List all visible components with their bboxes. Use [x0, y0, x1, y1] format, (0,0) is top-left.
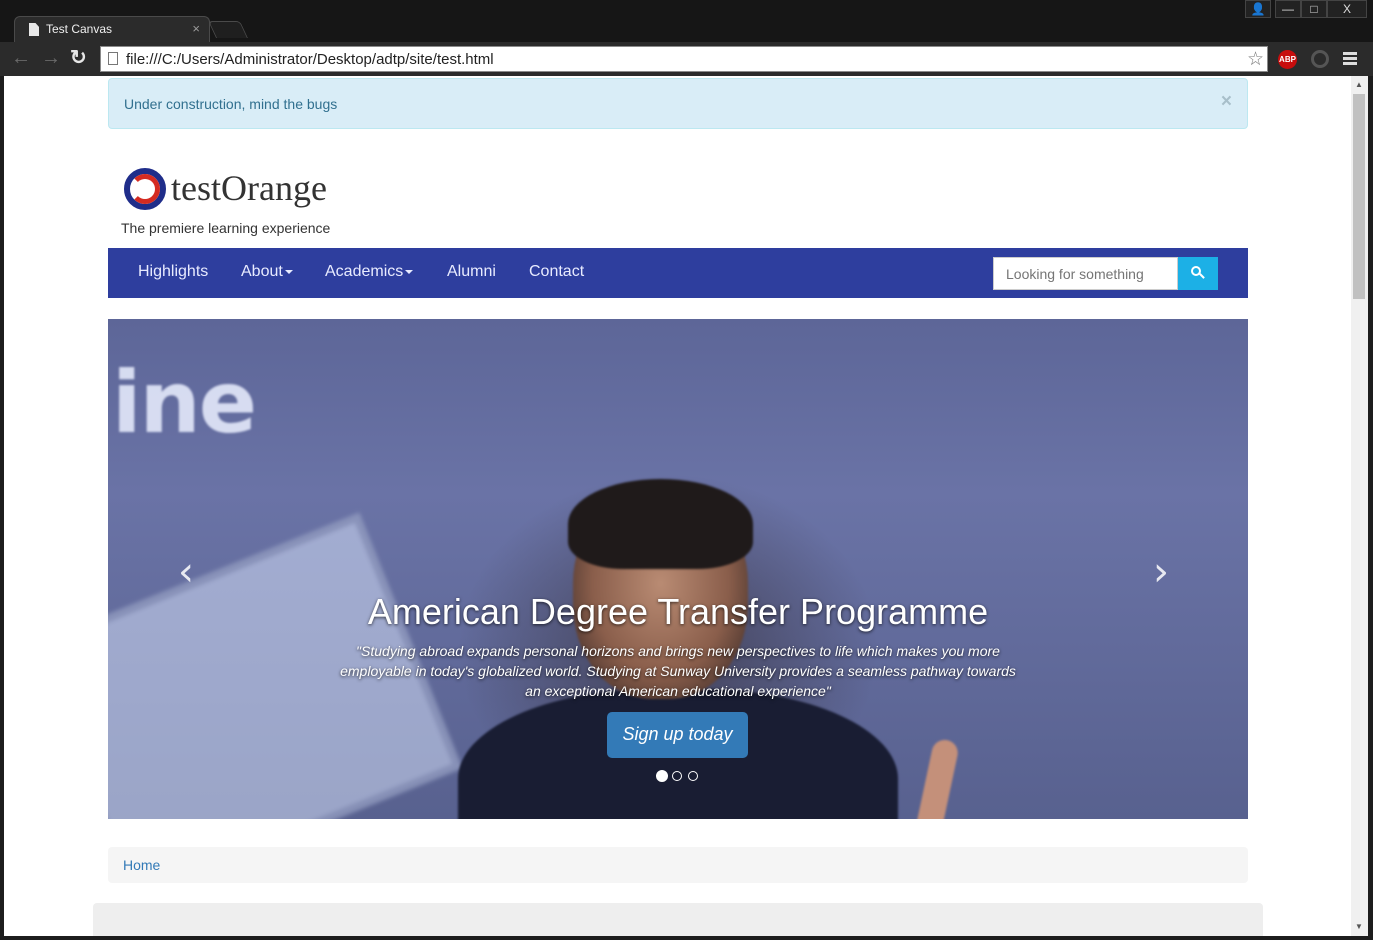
nav-about-label: About [241, 263, 283, 280]
carousel-indicators [656, 770, 706, 785]
menu-icon[interactable] [1343, 52, 1357, 67]
alert-close-icon[interactable]: × [1221, 91, 1232, 113]
slide-quote: "Studying abroad expands personal horizo… [340, 643, 1016, 699]
search-button[interactable] [1178, 257, 1218, 290]
nav-academics-label: Academics [325, 263, 404, 280]
scroll-up-icon[interactable]: ▲ [1355, 80, 1363, 89]
alert-message: Under construction, mind the bugs [124, 96, 338, 112]
carousel-prev-icon[interactable]: ‹ [178, 549, 194, 595]
scroll-thumb[interactable] [1353, 94, 1365, 299]
hero-carousel: ine ‹ › American Degree Transfer Program… [108, 319, 1248, 819]
slide-photo-hair [568, 479, 753, 569]
carousel-indicator-3[interactable] [688, 771, 698, 781]
search-icon-handle [1199, 273, 1205, 279]
window-frame [1368, 76, 1373, 940]
construction-alert: Under construction, mind the bugs × [108, 78, 1248, 129]
caret-down-icon [284, 269, 293, 274]
forward-icon[interactable]: → [41, 48, 61, 68]
signup-button[interactable]: Sign up today [607, 712, 748, 758]
slide-background-text: ine [112, 353, 257, 453]
user-icon[interactable]: 👤 [1245, 0, 1271, 18]
reload-icon[interactable]: ↻ [70, 48, 87, 68]
address-bar[interactable]: file:///C:/Users/Administrator/Desktop/a… [100, 46, 1268, 72]
nav-highlights[interactable]: Highlights [138, 263, 208, 281]
slide-photo-hand [911, 737, 961, 819]
tab-close-icon[interactable]: × [192, 21, 200, 36]
new-tab-button[interactable] [208, 21, 248, 38]
extension-icon[interactable] [1311, 50, 1329, 68]
search-input[interactable] [993, 257, 1178, 290]
carousel-indicator-2[interactable] [672, 771, 682, 781]
slide-title: American Degree Transfer Programme [367, 591, 989, 632]
tab-title: Test Canvas [46, 22, 113, 36]
carousel-indicator-1[interactable] [656, 770, 668, 782]
nav-alumni[interactable]: Alumni [447, 263, 496, 281]
caret-down-icon [405, 269, 414, 274]
nav-academics[interactable]: Academics [325, 263, 414, 281]
breadcrumb-home[interactable]: Home [123, 857, 160, 873]
nav-contact[interactable]: Contact [529, 263, 584, 281]
scroll-down-icon[interactable]: ▼ [1355, 922, 1363, 931]
content-well [93, 903, 1263, 936]
breadcrumb: Home [108, 847, 1248, 883]
browser-titlebar: Test Canvas × 👤 — □ X [0, 0, 1373, 42]
page-icon [29, 23, 39, 36]
page-icon [108, 52, 118, 65]
minimize-button[interactable]: — [1275, 0, 1301, 18]
browser-tab[interactable]: Test Canvas × [14, 16, 210, 42]
main-navbar: Highlights About Academics Alumni Contac… [108, 248, 1248, 298]
url-text[interactable]: file:///C:/Users/Administrator/Desktop/a… [126, 51, 494, 68]
browser-toolbar: ← → ↻ file:///C:/Users/Administrator/Des… [0, 42, 1373, 76]
adblock-icon[interactable]: ABP [1278, 50, 1297, 69]
maximize-button[interactable]: □ [1301, 0, 1327, 18]
bookmark-star-icon[interactable]: ☆ [1247, 48, 1264, 71]
logo-inner-ring [130, 174, 160, 204]
back-icon[interactable]: ← [11, 48, 31, 68]
nav-about[interactable]: About [241, 263, 293, 281]
carousel-next-icon[interactable]: › [1153, 549, 1169, 595]
page-scrollbar[interactable]: ▲ ▼ [1351, 76, 1368, 936]
page-viewport: Under construction, mind the bugs × test… [4, 76, 1351, 936]
brand-tagline: The premiere learning experience [121, 220, 331, 236]
brand-name[interactable]: testOrange [171, 167, 327, 209]
close-window-button[interactable]: X [1327, 0, 1367, 18]
